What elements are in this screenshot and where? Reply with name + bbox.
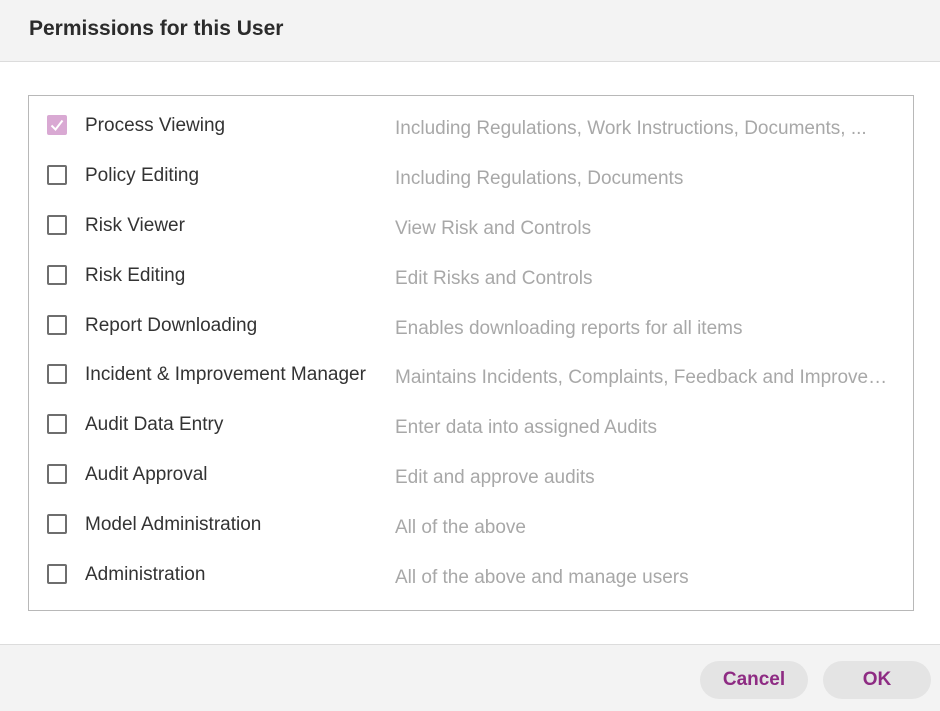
permission-description: All of the above and manage users [395, 567, 689, 588]
permission-description: View Risk and Controls [395, 218, 592, 239]
permission-row-risk-viewer[interactable]: Risk Viewer View Risk and Controls [29, 196, 913, 246]
permission-label: Model Administration [85, 514, 262, 535]
permission-description: Maintains Incidents, Complaints, Feedbac… [395, 367, 895, 388]
permission-row-administration[interactable]: Administration All of the above and mana… [29, 545, 913, 595]
permission-description: Edit Risks and Controls [395, 268, 593, 289]
permission-label: Report Downloading [85, 315, 258, 336]
permission-row-audit-data-entry[interactable]: Audit Data Entry Enter data into assigne… [29, 395, 913, 445]
permission-description: Enter data into assigned Audits [395, 417, 657, 438]
permission-label: Process Viewing [85, 115, 226, 136]
permission-description: All of the above [395, 517, 526, 538]
permission-checkbox[interactable] [47, 364, 67, 384]
permission-description: Enables downloading reports for all item… [395, 318, 743, 339]
dialog-header: Permissions for this User [0, 0, 940, 62]
permission-row-report-downloading[interactable]: Report Downloading Enables downloading r… [29, 296, 913, 346]
permission-checkbox[interactable] [47, 564, 67, 584]
permission-description: Including Regulations, Documents [395, 168, 684, 189]
permission-checkbox[interactable] [47, 414, 67, 434]
permission-checkbox[interactable] [47, 165, 67, 185]
permission-row-model-administration[interactable]: Model Administration All of the above [29, 495, 913, 545]
dialog-body: Process Viewing Including Regulations, W… [0, 62, 940, 644]
dialog-footer: Cancel OK [0, 644, 940, 711]
permission-row-incident-improvement-manager[interactable]: Incident & Improvement Manager Maintains… [29, 345, 913, 395]
permission-checkbox-checked[interactable] [47, 115, 67, 135]
checkmark-icon [50, 119, 64, 132]
permission-checkbox[interactable] [47, 265, 67, 285]
permission-label: Audit Approval [85, 464, 208, 485]
permission-row-process-viewing[interactable]: Process Viewing Including Regulations, W… [29, 96, 913, 146]
permission-label: Risk Editing [85, 265, 186, 286]
permission-description: Edit and approve audits [395, 467, 595, 488]
permission-checkbox[interactable] [47, 215, 67, 235]
permission-checkbox[interactable] [47, 315, 67, 335]
permission-row-risk-editing[interactable]: Risk Editing Edit Risks and Controls [29, 246, 913, 296]
permissions-list: Process Viewing Including Regulations, W… [28, 95, 914, 611]
permission-label: Incident & Improvement Manager [85, 364, 366, 385]
permission-row-policy-editing[interactable]: Policy Editing Including Regulations, Do… [29, 146, 913, 196]
permission-checkbox[interactable] [47, 464, 67, 484]
permission-label: Risk Viewer [85, 215, 185, 236]
permission-row-audit-approval[interactable]: Audit Approval Edit and approve audits [29, 445, 913, 495]
cancel-button[interactable]: Cancel [700, 661, 808, 699]
permission-label: Audit Data Entry [85, 414, 224, 435]
permission-description: Including Regulations, Work Instructions… [395, 118, 867, 139]
permission-label: Policy Editing [85, 165, 200, 186]
permission-label: Administration [85, 564, 206, 585]
permission-checkbox[interactable] [47, 514, 67, 534]
dialog-title: Permissions for this User [29, 17, 284, 40]
ok-button[interactable]: OK [823, 661, 931, 699]
